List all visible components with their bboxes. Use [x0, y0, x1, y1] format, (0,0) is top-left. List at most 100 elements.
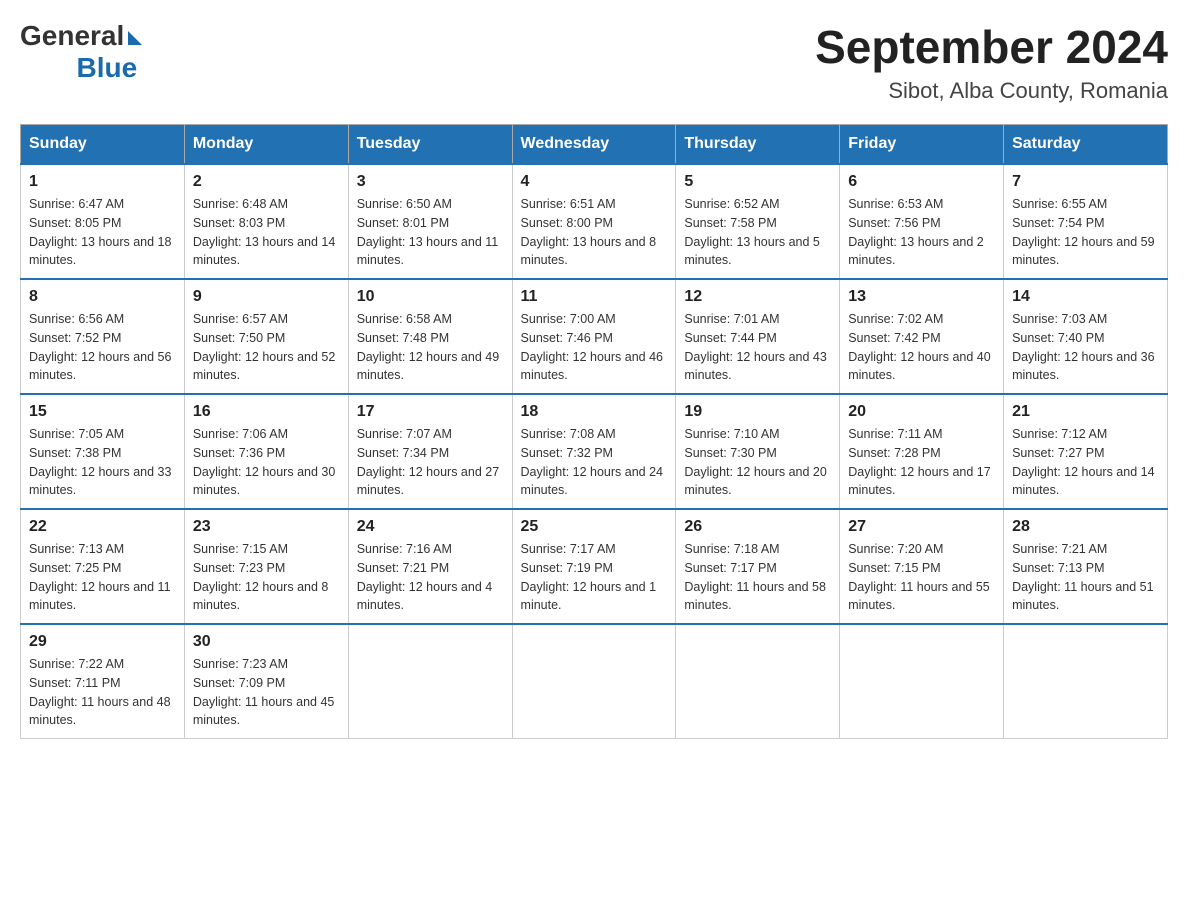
day-number: 15: [29, 403, 176, 421]
logo: General Gen Blue: [20, 20, 142, 84]
day-info: Sunrise: 7:13 AMSunset: 7:25 PMDaylight:…: [29, 540, 176, 615]
table-row: 12Sunrise: 7:01 AMSunset: 7:44 PMDayligh…: [676, 279, 840, 394]
col-wednesday: Wednesday: [512, 125, 676, 165]
table-row: 25 Sunrise: 7:17 AMSunset: 7:19 PMDayligh…: [512, 509, 676, 624]
calendar-title: September 2024: [815, 20, 1168, 74]
day-info: Sunrise: 6:51 AMSunset: 8:00 PMDaylight:…: [521, 195, 668, 270]
day-number: 23: [193, 518, 340, 536]
day-number: 2: [193, 173, 340, 191]
day-number: 13: [848, 288, 995, 306]
table-row: [840, 624, 1004, 739]
day-info: Sunrise: 7:00 AMSunset: 7:46 PMDaylight:…: [521, 310, 668, 385]
day-info: Sunrise: 6:50 AMSunset: 8:01 PMDaylight:…: [357, 195, 504, 270]
day-info: Sunrise: 7:10 AMSunset: 7:30 PMDaylight:…: [684, 425, 831, 500]
day-info: Sunrise: 7:07 AMSunset: 7:34 PMDaylight:…: [357, 425, 504, 500]
table-row: 26Sunrise: 7:18 AMSunset: 7:17 PMDayligh…: [676, 509, 840, 624]
logo-arrow-icon: [128, 31, 142, 45]
day-info: Sunrise: 6:47 AMSunset: 8:05 PMDaylight:…: [29, 195, 176, 270]
table-row: 4 Sunrise: 6:51 AMSunset: 8:00 PMDaylight…: [512, 164, 676, 279]
col-thursday: Thursday: [676, 125, 840, 165]
day-info: Sunrise: 6:53 AMSunset: 7:56 PMDaylight:…: [848, 195, 995, 270]
table-row: [348, 624, 512, 739]
calendar-header-row: Sunday Monday Tuesday Wednesday Thursday…: [21, 125, 1168, 165]
table-row: 11 Sunrise: 7:00 AMSunset: 7:46 PMDayligh…: [512, 279, 676, 394]
calendar-week-row: 8 Sunrise: 6:56 AMSunset: 7:52 PMDaylight…: [21, 279, 1168, 394]
page-header: General Gen Blue September 2024 Sibot, A…: [20, 20, 1168, 104]
calendar-table: Sunday Monday Tuesday Wednesday Thursday…: [20, 124, 1168, 739]
day-number: 12: [684, 288, 831, 306]
day-info: Sunrise: 7:21 AMSunset: 7:13 PMDaylight:…: [1012, 540, 1159, 615]
title-section: September 2024 Sibot, Alba County, Roman…: [815, 20, 1168, 104]
day-info: Sunrise: 7:08 AMSunset: 7:32 PMDaylight:…: [521, 425, 668, 500]
day-number: 9: [193, 288, 340, 306]
day-info: Sunrise: 7:16 AMSunset: 7:21 PMDaylight:…: [357, 540, 504, 615]
calendar-week-row: 29 Sunrise: 7:22 AMSunset: 7:11 PMDayligh…: [21, 624, 1168, 739]
table-row: 21 Sunrise: 7:12 AMSunset: 7:27 PMDayligh…: [1004, 394, 1168, 509]
table-row: 28 Sunrise: 7:21 AMSunset: 7:13 PMDayligh…: [1004, 509, 1168, 624]
calendar-subtitle: Sibot, Alba County, Romania: [815, 78, 1168, 104]
day-number: 11: [521, 288, 668, 306]
col-friday: Friday: [840, 125, 1004, 165]
day-number: 24: [357, 518, 504, 536]
table-row: 7 Sunrise: 6:55 AMSunset: 7:54 PMDaylight…: [1004, 164, 1168, 279]
table-row: 8 Sunrise: 6:56 AMSunset: 7:52 PMDaylight…: [21, 279, 185, 394]
day-number: 6: [848, 173, 995, 191]
day-number: 30: [193, 633, 340, 651]
day-number: 20: [848, 403, 995, 421]
day-number: 17: [357, 403, 504, 421]
day-info: Sunrise: 7:22 AMSunset: 7:11 PMDaylight:…: [29, 655, 176, 730]
table-row: 9Sunrise: 6:57 AMSunset: 7:50 PMDaylight…: [184, 279, 348, 394]
day-number: 3: [357, 173, 504, 191]
day-info: Sunrise: 6:56 AMSunset: 7:52 PMDaylight:…: [29, 310, 176, 385]
table-row: 22Sunrise: 7:13 AMSunset: 7:25 PMDayligh…: [21, 509, 185, 624]
table-row: 2 Sunrise: 6:48 AMSunset: 8:03 PMDaylight…: [184, 164, 348, 279]
day-info: Sunrise: 7:03 AMSunset: 7:40 PMDaylight:…: [1012, 310, 1159, 385]
day-number: 19: [684, 403, 831, 421]
day-info: Sunrise: 6:52 AMSunset: 7:58 PMDaylight:…: [684, 195, 831, 270]
day-number: 7: [1012, 173, 1159, 191]
day-info: Sunrise: 7:15 AMSunset: 7:23 PMDaylight:…: [193, 540, 340, 615]
table-row: 1 Sunrise: 6:47 AMSunset: 8:05 PMDaylight…: [21, 164, 185, 279]
table-row: [1004, 624, 1168, 739]
day-number: 27: [848, 518, 995, 536]
table-row: 15 Sunrise: 7:05 AMSunset: 7:38 PMDayligh…: [21, 394, 185, 509]
day-number: 8: [29, 288, 176, 306]
table-row: 13Sunrise: 7:02 AMSunset: 7:42 PMDayligh…: [840, 279, 1004, 394]
day-info: Sunrise: 7:11 AMSunset: 7:28 PMDaylight:…: [848, 425, 995, 500]
calendar-week-row: 1 Sunrise: 6:47 AMSunset: 8:05 PMDaylight…: [21, 164, 1168, 279]
col-sunday: Sunday: [21, 125, 185, 165]
logo-general-text: General: [20, 20, 124, 52]
day-info: Sunrise: 7:05 AMSunset: 7:38 PMDaylight:…: [29, 425, 176, 500]
calendar-week-row: 15 Sunrise: 7:05 AMSunset: 7:38 PMDayligh…: [21, 394, 1168, 509]
table-row: 5Sunrise: 6:52 AMSunset: 7:58 PMDaylight…: [676, 164, 840, 279]
calendar-week-row: 22Sunrise: 7:13 AMSunset: 7:25 PMDayligh…: [21, 509, 1168, 624]
day-info: Sunrise: 6:48 AMSunset: 8:03 PMDaylight:…: [193, 195, 340, 270]
day-info: Sunrise: 7:17 AMSunset: 7:19 PMDaylight:…: [521, 540, 668, 615]
day-info: Sunrise: 6:55 AMSunset: 7:54 PMDaylight:…: [1012, 195, 1159, 270]
table-row: 27Sunrise: 7:20 AMSunset: 7:15 PMDayligh…: [840, 509, 1004, 624]
day-number: 1: [29, 173, 176, 191]
day-number: 25: [521, 518, 668, 536]
col-saturday: Saturday: [1004, 125, 1168, 165]
table-row: 20 Sunrise: 7:11 AMSunset: 7:28 PMDayligh…: [840, 394, 1004, 509]
table-row: 19 Sunrise: 7:10 AMSunset: 7:30 PMDayligh…: [676, 394, 840, 509]
table-row: 24 Sunrise: 7:16 AMSunset: 7:21 PMDayligh…: [348, 509, 512, 624]
table-row: 6 Sunrise: 6:53 AMSunset: 7:56 PMDaylight…: [840, 164, 1004, 279]
table-row: 18Sunrise: 7:08 AMSunset: 7:32 PMDayligh…: [512, 394, 676, 509]
day-number: 28: [1012, 518, 1159, 536]
table-row: 16Sunrise: 7:06 AMSunset: 7:36 PMDayligh…: [184, 394, 348, 509]
day-number: 16: [193, 403, 340, 421]
day-info: Sunrise: 7:12 AMSunset: 7:27 PMDaylight:…: [1012, 425, 1159, 500]
table-row: 10Sunrise: 6:58 AMSunset: 7:48 PMDayligh…: [348, 279, 512, 394]
day-number: 4: [521, 173, 668, 191]
day-number: 21: [1012, 403, 1159, 421]
day-number: 26: [684, 518, 831, 536]
day-info: Sunrise: 7:23 AMSunset: 7:09 PMDaylight:…: [193, 655, 340, 730]
day-number: 29: [29, 633, 176, 651]
table-row: 14 Sunrise: 7:03 AMSunset: 7:40 PMDayligh…: [1004, 279, 1168, 394]
day-number: 10: [357, 288, 504, 306]
day-number: 14: [1012, 288, 1159, 306]
col-tuesday: Tuesday: [348, 125, 512, 165]
col-monday: Monday: [184, 125, 348, 165]
table-row: 3 Sunrise: 6:50 AMSunset: 8:01 PMDaylight…: [348, 164, 512, 279]
